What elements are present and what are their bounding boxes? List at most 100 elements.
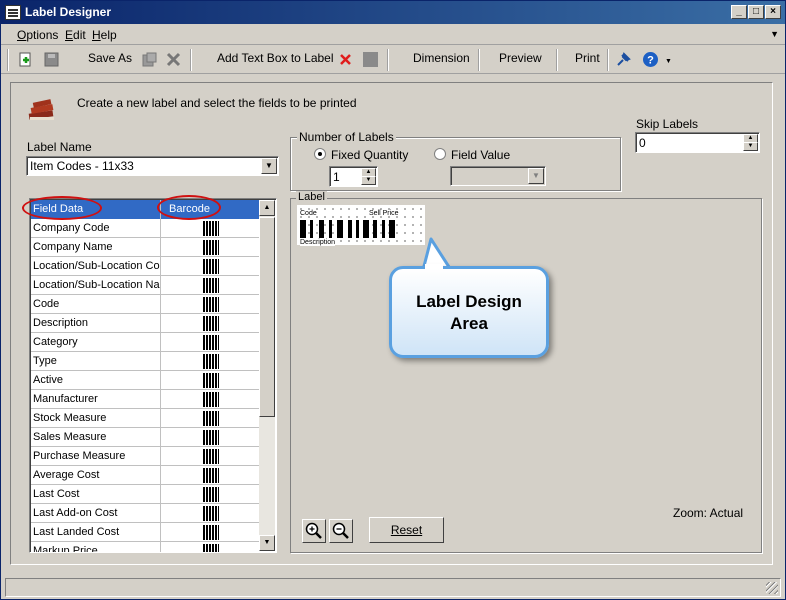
barcode-cell[interactable] [161, 466, 261, 485]
barcode-cell[interactable] [161, 352, 261, 371]
canvas-description-field[interactable]: Description [300, 239, 336, 246]
field-name-cell[interactable]: Company Name [31, 238, 161, 257]
barcode-cell[interactable] [161, 523, 261, 542]
barcode-cell[interactable] [161, 276, 261, 295]
scroll-up-icon[interactable]: ▲ [259, 200, 275, 216]
barcode-cell[interactable] [161, 409, 261, 428]
barcode-cell[interactable] [161, 257, 261, 276]
menu-edit[interactable]: Edit [65, 28, 86, 42]
table-row[interactable]: Category [31, 333, 261, 352]
table-row[interactable]: Company Code [31, 219, 261, 238]
field-name-cell[interactable]: Location/Sub-Location Name [31, 276, 161, 295]
skip-labels-stepper[interactable]: 0 ▲ ▼ [635, 132, 760, 153]
table-row[interactable]: Company Name [31, 238, 261, 257]
menu-options[interactable]: Options [17, 28, 58, 42]
maximize-button[interactable]: □ [748, 5, 764, 19]
save-icon[interactable] [43, 51, 60, 68]
field-name-cell[interactable]: Company Code [31, 219, 161, 238]
table-row[interactable]: Last Landed Cost [31, 523, 261, 542]
barcode-cell[interactable] [161, 447, 261, 466]
table-row[interactable]: Manufacturer [31, 390, 261, 409]
field-value-radio[interactable] [434, 148, 446, 160]
table-row[interactable]: Sales Measure [31, 428, 261, 447]
field-name-cell[interactable]: Last Landed Cost [31, 523, 161, 542]
field-name-cell[interactable]: Last Add-on Cost [31, 504, 161, 523]
canvas-code-field[interactable]: Code [300, 210, 317, 217]
field-value-select[interactable]: ▼ [450, 166, 546, 186]
pin-icon[interactable] [615, 51, 632, 68]
field-name-cell[interactable]: Average Cost [31, 466, 161, 485]
field-name-cell[interactable]: Category [31, 333, 161, 352]
table-row[interactable]: Last Cost [31, 485, 261, 504]
reset-button[interactable]: Reset [369, 517, 444, 543]
preview-button[interactable]: Preview [499, 51, 542, 65]
zoom-in-icon [305, 522, 322, 539]
table-row[interactable]: Location/Sub-Location Name [31, 276, 261, 295]
barcode-cell[interactable] [161, 219, 261, 238]
save-as-button[interactable]: Save As [88, 51, 132, 65]
field-name-cell[interactable]: Active [31, 371, 161, 390]
barcode-cell[interactable] [161, 428, 261, 447]
barcode-cell[interactable] [161, 314, 261, 333]
barcode-cell[interactable] [161, 371, 261, 390]
zoom-in-button[interactable] [302, 519, 326, 543]
table-row[interactable]: Average Cost [31, 466, 261, 485]
field-name-cell[interactable]: Last Cost [31, 485, 161, 504]
field-name-cell[interactable]: Markup Price [31, 542, 161, 552]
print-button[interactable]: Print [575, 51, 600, 65]
barcode-icon [203, 354, 219, 369]
table-row[interactable]: Description [31, 314, 261, 333]
barcode-cell[interactable] [161, 238, 261, 257]
scroll-down-icon[interactable]: ▼ [259, 535, 275, 551]
field-name-cell[interactable]: Purchase Measure [31, 447, 161, 466]
copy-label-icon[interactable] [141, 51, 158, 68]
help-dropdown-icon[interactable]: ▼ [665, 58, 672, 65]
fixed-quantity-radio[interactable] [314, 148, 326, 160]
field-name-cell[interactable]: Manufacturer [31, 390, 161, 409]
menu-chevron-down-icon[interactable]: ▼ [770, 29, 779, 39]
field-name-cell[interactable]: Code [31, 295, 161, 314]
chevron-down-icon[interactable]: ▼ [528, 168, 544, 184]
table-row[interactable]: Active [31, 371, 261, 390]
barcode-cell[interactable] [161, 542, 261, 552]
label-name-select[interactable]: Item Codes - 11x33 ▼ [26, 156, 279, 176]
zoom-out-button[interactable] [329, 519, 353, 543]
fields-grid[interactable]: Field Data Barcode Company Code Company N… [29, 198, 277, 553]
barcode-cell[interactable] [161, 504, 261, 523]
field-name-cell[interactable]: Stock Measure [31, 409, 161, 428]
menu-help[interactable]: Help [92, 28, 117, 42]
field-name-cell[interactable]: Sales Measure [31, 428, 161, 447]
label-canvas[interactable]: Code Sell Price Description [297, 205, 425, 246]
minimize-button[interactable]: _ [731, 5, 747, 19]
field-name-cell[interactable]: Type [31, 352, 161, 371]
chevron-down-icon[interactable]: ▼ [261, 158, 277, 174]
dimension-button[interactable]: Dimension [413, 51, 470, 65]
resize-grip[interactable] [766, 582, 778, 594]
table-row[interactable]: Type [31, 352, 261, 371]
table-row[interactable]: Stock Measure [31, 409, 261, 428]
table-row[interactable]: Markup Price [31, 542, 261, 552]
table-row[interactable]: Last Add-on Cost [31, 504, 261, 523]
stepper-down-icon[interactable]: ▼ [743, 142, 758, 151]
remove-text-box-icon[interactable] [337, 51, 354, 68]
scroll-thumb[interactable] [259, 217, 275, 417]
new-label-icon[interactable] [17, 51, 34, 68]
barcode-cell[interactable] [161, 485, 261, 504]
quantity-stepper[interactable]: 1 ▲ ▼ [329, 166, 378, 187]
barcode-cell[interactable] [161, 295, 261, 314]
barcode-cell[interactable] [161, 390, 261, 409]
table-row[interactable]: Code [31, 295, 261, 314]
table-row[interactable]: Location/Sub-Location Code [31, 257, 261, 276]
add-text-box-button[interactable]: Add Text Box to Label [217, 51, 334, 65]
text-box-properties-icon[interactable] [362, 51, 379, 68]
close-button[interactable]: × [765, 5, 781, 19]
field-name-cell[interactable]: Location/Sub-Location Code [31, 257, 161, 276]
grid-scrollbar[interactable]: ▲ ▼ [259, 200, 275, 551]
stepper-down-icon[interactable]: ▼ [361, 176, 376, 185]
canvas-sell-price-field[interactable]: Sell Price [369, 210, 399, 217]
field-name-cell[interactable]: Description [31, 314, 161, 333]
help-icon[interactable]: ? [642, 51, 659, 68]
barcode-cell[interactable] [161, 333, 261, 352]
table-row[interactable]: Purchase Measure [31, 447, 261, 466]
delete-label-icon[interactable] [165, 51, 182, 68]
